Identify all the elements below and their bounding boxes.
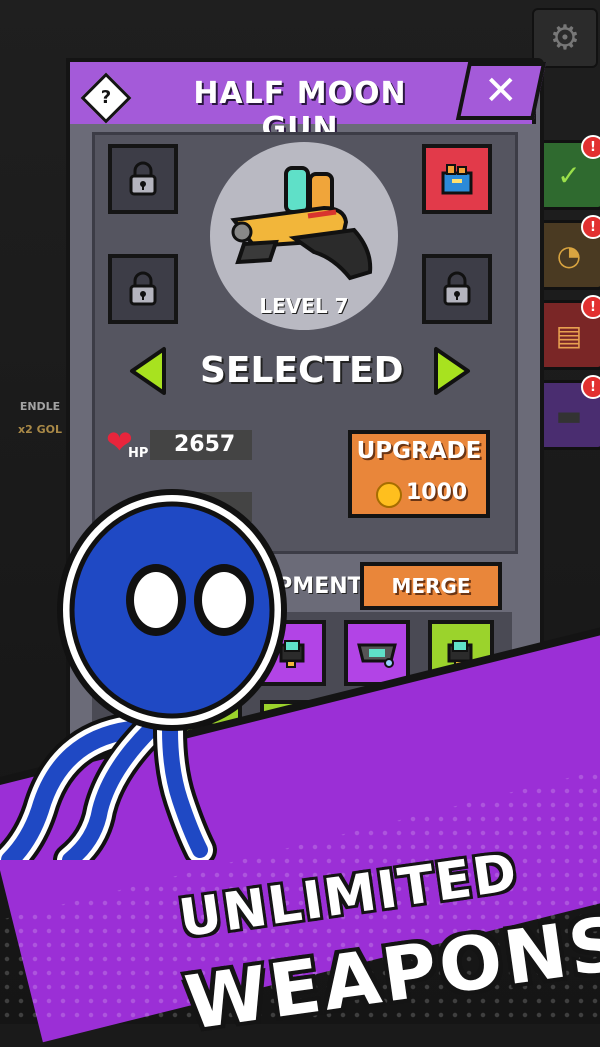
gold-multiplier-label: x2 GOL xyxy=(18,423,62,436)
close-icon: ✕ xyxy=(484,68,518,114)
notification-badge: ! xyxy=(581,135,600,159)
lock-icon xyxy=(129,161,157,196)
selection-status: SELECTED xyxy=(200,350,404,391)
coin-icon xyxy=(376,482,402,508)
locked-slot[interactable] xyxy=(108,254,178,324)
locked-slot[interactable] xyxy=(422,254,492,324)
upgrade-label: UPGRADE xyxy=(356,438,482,464)
previous-weapon-arrow[interactable] xyxy=(128,346,168,396)
hp-label: HP xyxy=(128,446,149,461)
next-weapon-arrow[interactable] xyxy=(432,346,472,396)
ammo-box-icon xyxy=(441,164,473,195)
upgrade-button[interactable]: UPGRADE 1000 xyxy=(348,430,490,518)
endless-mode-button[interactable]: ENDLE x2 GOL xyxy=(6,372,74,450)
lock-icon xyxy=(443,271,471,306)
lock-icon xyxy=(129,271,157,306)
shop-icon: ▤ xyxy=(555,318,583,352)
hp-value: 2657 xyxy=(174,432,236,457)
upgrade-cost: 1000 xyxy=(406,480,468,505)
checklist-icon: ✓ xyxy=(557,158,581,192)
gear-icon: ⚙ xyxy=(549,18,581,58)
equipped-item-slot[interactable] xyxy=(422,144,492,214)
notification-badge: ! xyxy=(581,295,600,319)
endless-label: ENDLE xyxy=(19,400,61,413)
notification-badge: ! xyxy=(581,215,600,239)
half-moon-gun-image xyxy=(230,166,373,281)
close-button[interactable]: ✕ xyxy=(455,62,547,120)
help-icon: ? xyxy=(100,87,112,108)
pistol-icon: ▬ xyxy=(555,398,583,432)
locked-slot[interactable] xyxy=(108,144,178,214)
blue-stickman-mascot xyxy=(0,489,287,860)
notification-badge: ! xyxy=(581,375,600,399)
stopwatch-icon: ◔ xyxy=(556,238,582,272)
merge-button[interactable]: MERGE xyxy=(360,562,502,610)
armor-icon xyxy=(357,643,397,668)
weapon-level: LEVEL 7 xyxy=(259,294,349,318)
